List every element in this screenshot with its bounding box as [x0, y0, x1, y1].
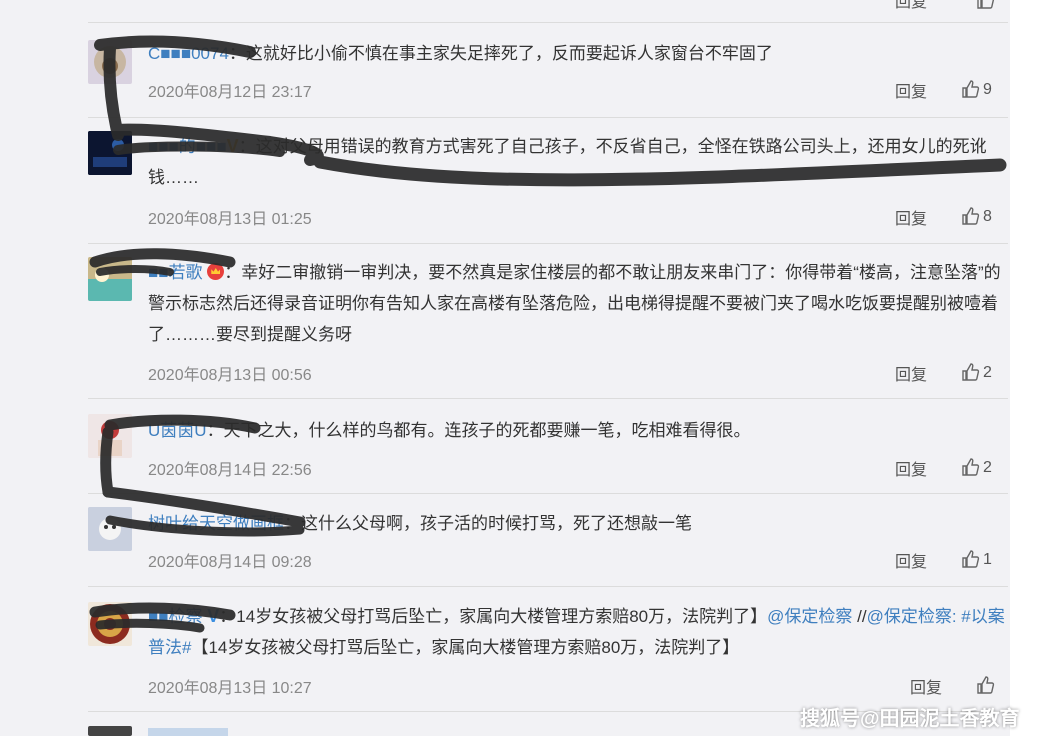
- comment-timestamp: 2020年08月13日 00:56: [148, 367, 312, 384]
- like-button[interactable]: 8: [960, 206, 992, 226]
- comment-text: ■■检察 V：14岁女孩被父母打骂后坠亡，家属向大楼管理方索赔80万，法院判了】…: [148, 606, 1005, 657]
- reply-button[interactable]: 回复: [895, 78, 927, 102]
- reply-button[interactable]: 回复: [895, 205, 927, 229]
- like-button[interactable]: [975, 675, 998, 695]
- divider: [88, 493, 1008, 494]
- partial-bottom-username: [148, 728, 228, 736]
- avatar[interactable]: [88, 40, 132, 84]
- reply-button[interactable]: 回复: [895, 361, 927, 385]
- comment-timestamp: 2020年08月12日 23:17: [148, 84, 312, 101]
- comment-text: ■■■的■■■V：这对父母用错误的教育方式害死了自己孩子，不反省自己，全怪在铁路…: [148, 136, 987, 187]
- username-link[interactable]: 树叶给天空做画框: [148, 514, 284, 533]
- divider: [88, 117, 1008, 118]
- like-count: 8: [983, 208, 992, 225]
- right-blank-pane: [1010, 0, 1047, 736]
- thumb-up-icon: [977, 676, 995, 694]
- comment-text: ■■若歌 ：幸好二审撤销一审判决，要不然真是家住楼层的都不敢让朋友来串门了：你得…: [148, 263, 1001, 344]
- thumb-up-icon: [962, 80, 980, 98]
- divider: [88, 586, 1008, 587]
- like-count: 9: [983, 81, 992, 98]
- like-button[interactable]: 1: [960, 549, 992, 569]
- like-count: 1: [983, 551, 992, 568]
- like-count: 2: [983, 459, 992, 476]
- like-button[interactable]: 2: [960, 362, 992, 382]
- comment-timestamp: 2020年08月13日 01:25: [148, 211, 312, 228]
- thumb-up-icon: [962, 550, 980, 568]
- username-link[interactable]: U茵茵U: [148, 421, 207, 440]
- avatar[interactable]: [88, 507, 132, 551]
- thumb-up-icon: [962, 458, 980, 476]
- username-link[interactable]: ■■■的■■■: [148, 137, 227, 156]
- verified-v-icon: V: [226, 136, 239, 156]
- thumb-up-icon: [962, 363, 980, 381]
- comment-text: U茵茵U：天下之大，什么样的鸟都有。连孩子的死都要赚一笔，吃相难看得很。: [148, 421, 751, 440]
- avatar[interactable]: [88, 602, 132, 646]
- avatar[interactable]: [88, 257, 132, 301]
- divider: [88, 243, 1008, 244]
- thumb-up-icon: [962, 207, 980, 225]
- comment-timestamp: 2020年08月14日 09:28: [148, 554, 312, 571]
- watermark: 搜狐号@田园泥土香教育: [800, 708, 1020, 730]
- avatar[interactable]: [88, 726, 132, 736]
- username-link[interactable]: C■■■0074: [148, 44, 229, 63]
- like-button[interactable]: 2: [960, 457, 992, 477]
- avatar[interactable]: [88, 414, 132, 458]
- comment-text: 树叶给天空做画框：这什么父母啊，孩子活的时候打骂，死了还想敲一笔: [148, 514, 692, 533]
- reply-button[interactable]: 回复: [895, 548, 927, 572]
- username-link[interactable]: ■■若歌: [148, 263, 203, 282]
- mention-link[interactable]: @保定检察: [767, 607, 852, 626]
- reply-button[interactable]: 回复: [895, 456, 927, 480]
- comment-timestamp: 2020年08月13日 10:27: [148, 680, 312, 697]
- divider: [88, 22, 1008, 23]
- avatar[interactable]: [88, 131, 132, 175]
- verified-v-icon: V: [207, 606, 220, 626]
- comment-text: C■■■0074：这就好比小偷不慎在事主家失足摔死了，反而要起诉人家窗台不牢固了: [148, 44, 773, 63]
- divider: [88, 398, 1008, 399]
- like-button[interactable]: 9: [960, 79, 992, 99]
- comment-timestamp: 2020年08月14日 22:56: [148, 462, 312, 479]
- username-link[interactable]: ■■检察: [148, 607, 203, 626]
- mention-link[interactable]: @保定检察: [867, 607, 952, 626]
- partial-top-reply[interactable]: 回复: [895, 0, 927, 12]
- like-count: 2: [983, 364, 992, 381]
- thumb-up-icon[interactable]: [975, 0, 995, 10]
- reply-button[interactable]: 回复: [910, 674, 942, 698]
- crown-badge-icon: [207, 263, 225, 280]
